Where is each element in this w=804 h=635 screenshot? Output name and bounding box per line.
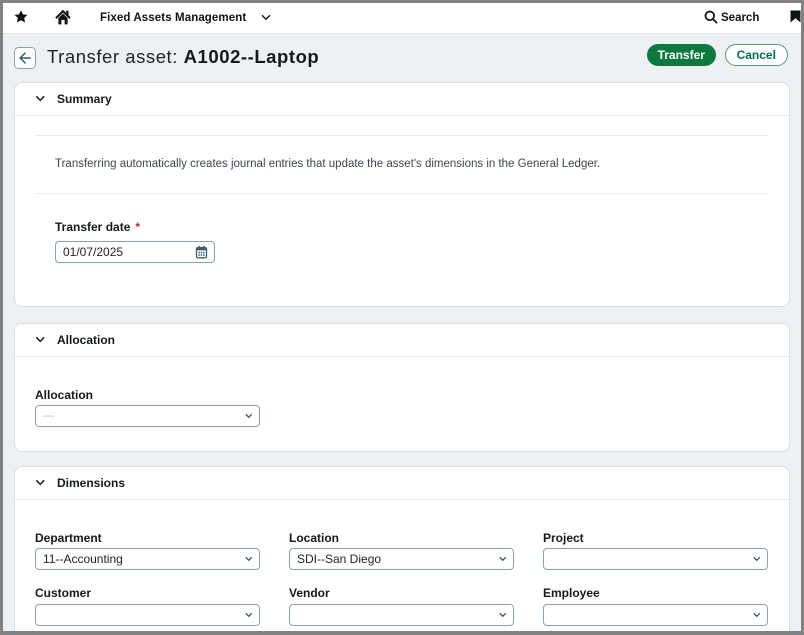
location-label: Location <box>289 531 339 545</box>
page-title: Transfer asset: A1002--Laptop <box>47 46 319 68</box>
asset-name: A1002--Laptop <box>184 46 320 67</box>
employee-select[interactable] <box>543 604 768 626</box>
collapse-chevron-icon[interactable] <box>35 479 46 486</box>
arrow-left-icon <box>19 52 31 64</box>
collapse-chevron-icon[interactable] <box>35 336 46 343</box>
department-label: Department <box>35 531 102 545</box>
required-asterisk: * <box>135 220 140 234</box>
home-icon[interactable] <box>55 10 71 25</box>
bookmark-icon[interactable] <box>790 10 801 23</box>
chevron-down-icon <box>499 556 507 562</box>
search-icon[interactable] <box>704 10 718 24</box>
back-button[interactable] <box>14 47 36 69</box>
summary-section-title: Summary <box>57 83 112 116</box>
allocation-select[interactable]: --- <box>35 405 260 427</box>
divider <box>35 193 769 194</box>
collapse-chevron-icon[interactable] <box>35 95 46 102</box>
app-switcher-label[interactable]: Fixed Assets Management <box>100 3 246 33</box>
chevron-down-icon <box>245 612 253 618</box>
department-value: 11--Accounting <box>36 552 123 566</box>
allocation-section-title: Allocation <box>57 324 115 357</box>
app-switcher-chevron-icon[interactable] <box>261 14 271 21</box>
summary-section-header[interactable]: Summary <box>15 83 789 116</box>
vendor-select[interactable] <box>289 604 514 626</box>
chevron-down-icon <box>245 413 253 419</box>
page-title-prefix: Transfer asset: <box>47 46 184 67</box>
calendar-icon[interactable] <box>195 245 208 258</box>
vendor-label: Vendor <box>289 586 330 600</box>
chevron-down-icon <box>753 556 761 562</box>
top-nav-bar: Fixed Assets Management Search <box>3 3 801 34</box>
dimensions-section: Dimensions Department 11--Accounting Locat… <box>14 466 790 631</box>
location-select[interactable]: SDI--San Diego <box>289 548 514 570</box>
project-select[interactable] <box>543 548 768 570</box>
cancel-button[interactable]: Cancel <box>725 44 789 67</box>
allocation-value: --- <box>36 410 54 422</box>
transfer-date-label: Transfer date* <box>55 220 140 234</box>
customer-select[interactable] <box>35 604 260 626</box>
divider <box>35 135 769 136</box>
allocation-section-header[interactable]: Allocation <box>15 324 789 357</box>
app-viewport: Fixed Assets Management Search Transfer … <box>3 3 801 631</box>
summary-info-text: Transferring automatically creates journ… <box>55 158 600 170</box>
transfer-button[interactable]: Transfer <box>647 44 716 67</box>
chevron-down-icon <box>753 612 761 618</box>
dimensions-section-header[interactable]: Dimensions <box>15 467 789 500</box>
transfer-date-input[interactable]: 01/07/2025 <box>55 241 215 263</box>
project-label: Project <box>543 531 584 545</box>
location-value: SDI--San Diego <box>290 552 381 566</box>
employee-label: Employee <box>543 586 600 600</box>
summary-section: Summary Transferring automatically creat… <box>14 82 790 307</box>
allocation-label: Allocation <box>35 388 93 402</box>
search-button[interactable]: Search <box>721 3 759 33</box>
allocation-section: Allocation Allocation --- <box>14 323 790 452</box>
department-select[interactable]: 11--Accounting <box>35 548 260 570</box>
star-icon[interactable] <box>14 10 28 23</box>
chevron-down-icon <box>499 612 507 618</box>
chevron-down-icon <box>245 556 253 562</box>
dimensions-section-title: Dimensions <box>57 467 125 500</box>
transfer-date-value: 01/07/2025 <box>56 245 123 259</box>
customer-label: Customer <box>35 586 91 600</box>
